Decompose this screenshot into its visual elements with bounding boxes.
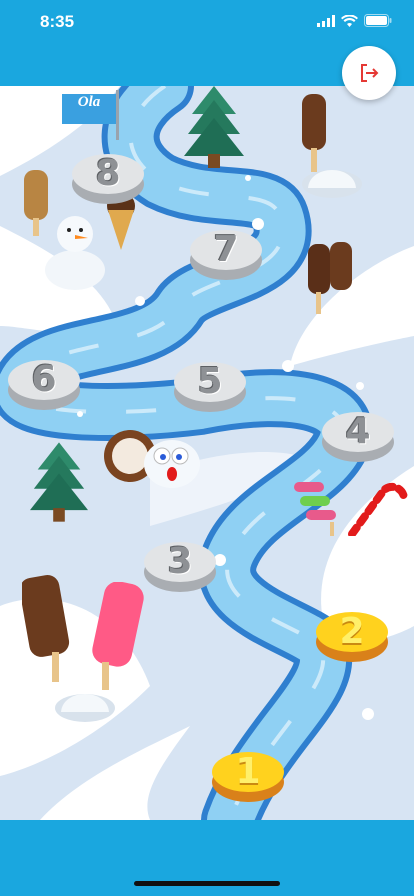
signal-icon [317, 14, 335, 27]
level-map: Ola 1 2 3 4 5 6 7 8 [0, 86, 414, 820]
snow-mound-icon [302, 170, 362, 198]
exit-button[interactable] [342, 46, 396, 100]
level-button-6[interactable]: 6 [8, 360, 80, 410]
level-button-3[interactable]: 3 [144, 542, 216, 592]
ice-cream-bar-icon [24, 170, 48, 236]
level-number: 5 [197, 361, 223, 402]
level-number: 8 [95, 153, 121, 194]
level-number: 3 [167, 541, 193, 582]
exit-icon [361, 64, 379, 82]
snow-mound-icon [55, 694, 115, 722]
level-button-8[interactable]: 8 [72, 154, 144, 204]
pine-tree-icon [184, 86, 244, 168]
level-button-2[interactable]: 2 [316, 612, 388, 662]
candy-cane-icon [348, 482, 409, 536]
battery-icon [364, 14, 392, 27]
ice-cream-bar-icon [22, 575, 70, 682]
status-icons [317, 14, 392, 27]
home-indicator[interactable] [134, 881, 280, 886]
level-number: 2 [339, 611, 365, 652]
level-button-1[interactable]: 1 [212, 752, 284, 802]
gummy-candy-icon [294, 482, 336, 536]
brand-flag-label: Ola [77, 94, 101, 110]
level-number: 4 [345, 411, 371, 452]
popsicle-icon [92, 582, 144, 690]
level-button-4[interactable]: 4 [322, 412, 394, 462]
level-number: 7 [213, 229, 239, 270]
pine-tree-icon [30, 442, 88, 522]
level-number: 1 [235, 751, 261, 792]
snowball-face-icon [144, 440, 200, 488]
status-time: 8:35 [40, 12, 75, 31]
level-button-5[interactable]: 5 [174, 362, 246, 412]
wifi-icon [341, 14, 358, 27]
level-number: 6 [31, 359, 57, 400]
level-button-7[interactable]: 7 [190, 230, 262, 280]
ice-cream-bar-icon [308, 242, 352, 314]
